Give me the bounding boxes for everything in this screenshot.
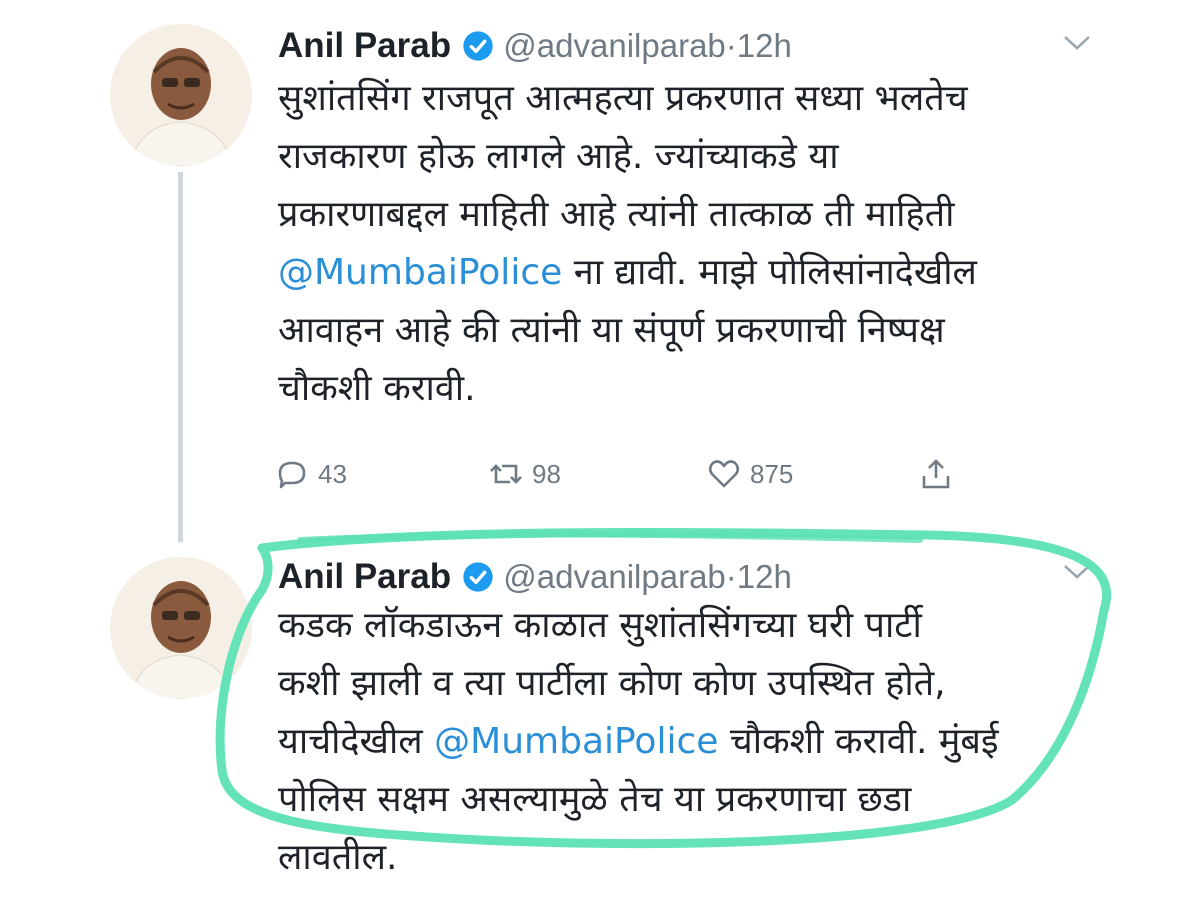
share-icon (922, 459, 950, 489)
tweet-line: आवाहन आहे की त्यांनी या संपूर्ण प्रकरणाच… (278, 310, 945, 351)
like-button[interactable]: 875 (706, 452, 793, 496)
verified-badge-icon (463, 31, 493, 61)
author-name[interactable]: Anil Parab (278, 557, 451, 596)
profile-photo-icon (110, 24, 252, 166)
thread-connector-line (178, 172, 183, 542)
tweet-line: कशी झाली व त्या पार्टीला कोण कोण उपस्थित… (278, 663, 946, 704)
mention-link[interactable]: @MumbaiPolice (434, 721, 718, 762)
tweet-line-text: ना द्यावी. माझे पोलिसांनादेखील (562, 252, 977, 293)
retweet-icon (490, 464, 522, 484)
separator-dot: · (725, 558, 737, 595)
comment-icon (278, 461, 306, 489)
tweet-actions: 43 98 875 (274, 452, 994, 496)
tweet-2[interactable]: Anil Parab @advanilparab·12h कडक लॉकडाऊन… (0, 535, 1200, 897)
tweet-line-text: याचीदेखील (278, 721, 435, 762)
chevron-down-icon[interactable] (1062, 563, 1092, 581)
author-handle[interactable]: @advanilparab (503, 558, 725, 595)
like-count: 875 (750, 458, 794, 489)
tweet-1[interactable]: Anil Parab @advanilparab·12h सुशांतसिंग … (0, 0, 1200, 542)
chevron-down-icon[interactable] (1062, 34, 1092, 52)
tweet-line: प्रकारणाबद्दल माहिती आहे त्यांनी तात्काळ… (278, 194, 955, 235)
verified-badge-icon (463, 562, 493, 592)
retweet-count: 98 (532, 458, 561, 489)
tweet-line: चौकशी करावी. (278, 368, 476, 409)
profile-photo-icon (110, 557, 252, 699)
tweet-line: सुशांतसिंग राजपूत आत्महत्या प्रकरणात सध्… (278, 78, 968, 119)
avatar[interactable] (110, 24, 252, 166)
tweet-line-text: चौकशी करावी. मुंबई (718, 721, 999, 762)
tweet-line: याचीदेखील @MumbaiPolice चौकशी करावी. मुं… (278, 713, 1118, 771)
tweet-line: पोलिस सक्षम असल्यामुळे तेच या प्रकरणाचा … (278, 779, 912, 820)
tweet-timestamp[interactable]: 12h (737, 27, 792, 64)
share-button[interactable] (918, 452, 954, 496)
tweet-text: सुशांतसिंग राजपूत आत्महत्या प्रकरणात सध्… (278, 70, 1118, 418)
heart-icon (708, 460, 740, 488)
mention-link[interactable]: @MumbaiPolice (278, 252, 562, 293)
avatar[interactable] (110, 557, 252, 699)
reply-button[interactable]: 43 (274, 452, 347, 496)
reply-count: 43 (318, 458, 347, 489)
separator-dot: · (725, 27, 737, 64)
tweet-line: राजकारण होऊ लागले आहे. ज्यांच्याकडे या (278, 136, 839, 177)
tweet-timestamp[interactable]: 12h (737, 558, 792, 595)
tweet-header: Anil Parab @advanilparab·12h (278, 26, 792, 76)
author-name[interactable]: Anil Parab (278, 26, 451, 65)
tweet-line: लावतील. (278, 837, 398, 878)
tweet-line: @MumbaiPolice ना द्यावी. माझे पोलिसांनाद… (278, 244, 1118, 302)
author-handle[interactable]: @advanilparab (503, 27, 725, 64)
retweet-button[interactable]: 98 (488, 452, 561, 496)
tweet-line: कडक लॉकडाऊन काळात सुशांतसिंगच्या घरी पार… (278, 605, 922, 646)
tweet-text: कडक लॉकडाऊन काळात सुशांतसिंगच्या घरी पार… (278, 597, 1118, 887)
